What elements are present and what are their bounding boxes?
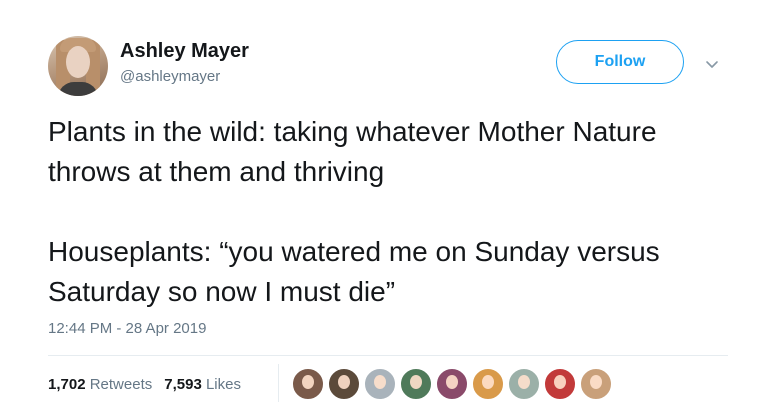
liker-avatar[interactable] [400, 368, 432, 400]
tweet-timestamp[interactable]: 12:44 PM - 28 Apr 2019 [48, 320, 206, 337]
chevron-down-icon[interactable] [704, 56, 720, 72]
liker-avatar[interactable] [580, 368, 612, 400]
divider [48, 355, 728, 356]
liker-avatar[interactable] [328, 368, 360, 400]
likes-stat[interactable]: 7,593 Likes [164, 376, 241, 393]
tweet-paragraph: Plants in the wild: taking whatever Moth… [48, 116, 657, 187]
liker-avatar-face [518, 375, 530, 389]
follow-button[interactable]: Follow [556, 40, 684, 84]
liker-avatar-face [482, 375, 494, 389]
tweet-paragraph: Houseplants: “you watered me on Sunday v… [48, 236, 660, 307]
liker-avatars [292, 368, 616, 400]
author-avatar[interactable] [48, 36, 108, 96]
retweets-count: 1,702 [48, 376, 86, 393]
liker-avatar[interactable] [472, 368, 504, 400]
retweets-stat[interactable]: 1,702 Retweets [48, 376, 152, 393]
likes-count: 7,593 [164, 376, 202, 393]
liker-avatar-face [374, 375, 386, 389]
likes-label: Likes [205, 376, 241, 393]
author-name[interactable]: Ashley Mayer [120, 40, 249, 63]
liker-avatar[interactable] [544, 368, 576, 400]
liker-avatar[interactable] [292, 368, 324, 400]
liker-avatar-face [554, 375, 566, 389]
tweet-text: Plants in the wild: taking whatever Moth… [48, 112, 728, 312]
avatar-face [66, 46, 90, 78]
liker-avatar-face [302, 375, 314, 389]
tweet-stats: 1,702 Retweets 7,593 Likes [48, 376, 241, 393]
retweets-label: Retweets [89, 376, 153, 393]
liker-avatar[interactable] [436, 368, 468, 400]
liker-avatar-face [410, 375, 422, 389]
liker-avatar-face [590, 375, 602, 389]
liker-avatar-face [446, 375, 458, 389]
stats-separator [278, 364, 279, 402]
liker-avatar[interactable] [364, 368, 396, 400]
liker-avatar-face [338, 375, 350, 389]
author-handle[interactable]: @ashleymayer [120, 68, 220, 85]
liker-avatar[interactable] [508, 368, 540, 400]
